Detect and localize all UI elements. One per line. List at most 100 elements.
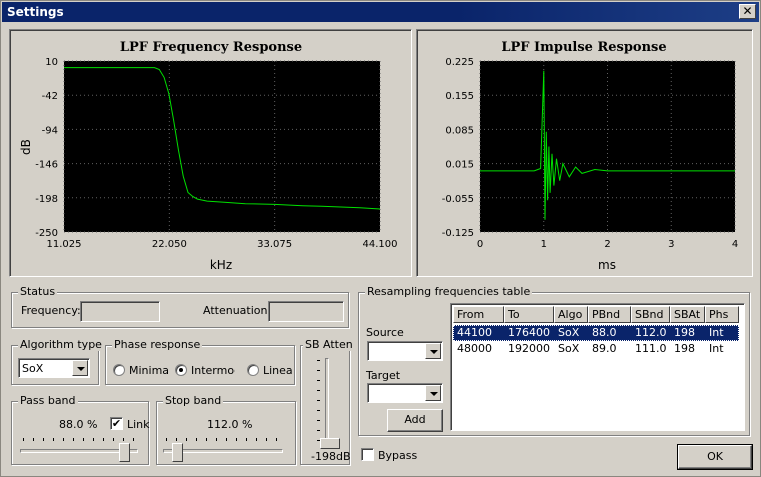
- table-cell: 88.0: [592, 326, 617, 339]
- frequency-label: Frequency:: [21, 304, 81, 317]
- y-tick-label: -250: [35, 228, 58, 239]
- y-tick-label: -42: [42, 91, 58, 102]
- stopband-legend: Stop band: [163, 394, 224, 407]
- algorithm-select[interactable]: SoX: [18, 358, 90, 378]
- y-tick-label: 0.085: [445, 125, 474, 136]
- table-cell: SoX: [558, 326, 580, 339]
- chevron-down-icon[interactable]: [72, 360, 88, 376]
- bypass-label: Bypass: [378, 449, 418, 462]
- frequency-field: [80, 301, 160, 322]
- attenuation-field: [268, 301, 344, 322]
- table-cell: 48000: [457, 342, 492, 355]
- x-tick-label: 1: [541, 239, 547, 250]
- passband-value: 88.0 %: [59, 418, 98, 431]
- column-header[interactable]: From: [453, 306, 504, 323]
- y-axis-label: dB: [19, 139, 33, 155]
- stopband-slider[interactable]: [172, 443, 184, 462]
- column-header[interactable]: To: [504, 306, 554, 323]
- add-button[interactable]: Add: [387, 409, 443, 432]
- x-axis-label: ms: [598, 258, 616, 272]
- y-tick-label: -146: [35, 160, 58, 171]
- chevron-down-icon[interactable]: [425, 385, 441, 401]
- resampling-table[interactable]: From To Algo PBnd SBnd SBAt Phs 44100 176400 SoX…: [450, 303, 745, 431]
- status-group: Status Frequency: Attenuation:: [11, 285, 349, 328]
- x-tick-label: 2: [604, 239, 610, 250]
- column-header[interactable]: SBAt: [670, 306, 705, 323]
- phase-legend: Phase response: [112, 338, 203, 351]
- table-cell: 112.0: [635, 326, 667, 339]
- chart-title: LPF Impulse Response: [501, 40, 666, 55]
- link-checkbox[interactable]: ✔: [110, 417, 123, 430]
- table-cell: 111.0: [635, 342, 667, 355]
- x-tick-label: 33.075: [257, 239, 292, 250]
- y-tick-label: 0.225: [445, 57, 474, 68]
- table-cell: 192000: [508, 342, 550, 355]
- table-cell: 198: [674, 342, 695, 355]
- stopband-ticks: [166, 438, 277, 442]
- y-tick-label: -0.055: [442, 194, 474, 205]
- sb-atten-group: SB Atten -198dB: [300, 338, 355, 465]
- phase-label-minimum: Minima: [129, 364, 170, 377]
- stopband-value: 112.0 %: [207, 418, 253, 431]
- phase-label-intermediate: Intermoc: [191, 364, 235, 377]
- algorithm-value: SoX: [22, 362, 44, 375]
- column-header[interactable]: SBnd: [631, 306, 670, 323]
- passband-group: Pass band 88.0 % ✔ Link: [11, 394, 150, 465]
- x-tick-label: 22.050: [152, 239, 187, 250]
- y-tick-label: -0.125: [442, 228, 474, 239]
- table-header: From To Algo PBnd SBnd SBAt Phs: [453, 306, 739, 323]
- sb-atten-ticks: [317, 360, 321, 441]
- phase-radio-minimum[interactable]: [113, 364, 125, 376]
- x-tick-label: 11.025: [47, 239, 82, 250]
- x-tick-label: 0: [477, 239, 483, 250]
- table-cell: 89.0: [592, 342, 617, 355]
- table-cell: Int: [709, 326, 724, 339]
- bypass-checkbox[interactable]: [361, 448, 374, 461]
- table-row[interactable]: 48000 192000 SoX 89.0 111.0 198 Int: [453, 341, 739, 357]
- sb-atten-slider[interactable]: [320, 438, 340, 449]
- sb-atten-track: [325, 358, 329, 444]
- resampling-legend: Resampling frequencies table: [365, 285, 533, 298]
- y-tick-label: -198: [35, 194, 58, 205]
- table-cell: Int: [709, 342, 724, 355]
- phase-label-linear: Linear: [263, 364, 293, 377]
- attenuation-label: Attenuation:: [203, 304, 272, 317]
- source-select[interactable]: [367, 341, 443, 361]
- window-title: Settings: [7, 5, 64, 19]
- x-tick-label: 44.100: [363, 239, 398, 250]
- chevron-down-icon[interactable]: [425, 343, 441, 359]
- y-tick-label: 0.015: [445, 160, 474, 171]
- passband-slider[interactable]: [118, 443, 130, 462]
- phase-radio-linear[interactable]: [247, 364, 259, 376]
- sb-atten-legend: SB Atten: [303, 338, 355, 351]
- stopband-group: Stop band 112.0 %: [156, 394, 296, 465]
- ok-button[interactable]: OK: [677, 444, 753, 470]
- target-select[interactable]: [367, 383, 443, 403]
- status-legend: Status: [18, 285, 58, 298]
- table-cell: SoX: [558, 342, 580, 355]
- phase-radio-intermediate[interactable]: [175, 364, 187, 376]
- algorithm-group: Algorithm type SoX: [11, 338, 104, 385]
- x-tick-label: 4: [732, 239, 738, 250]
- title-bar[interactable]: Settings ✕: [2, 2, 759, 22]
- close-button[interactable]: ✕: [739, 4, 756, 19]
- y-tick-label: -94: [42, 125, 58, 136]
- impulse-response-panel: LPF Impulse Response 0.225 0.155 0.085 0.01…: [416, 29, 753, 277]
- column-header[interactable]: Phs: [705, 306, 739, 323]
- table-row[interactable]: 44100 176400 SoX 88.0 112.0 198 Int: [453, 325, 739, 341]
- impulse-response-chart: LPF Impulse Response 0.225 0.155 0.085 0.01…: [442, 40, 738, 272]
- frequency-response-panel: LPF Frequency Response 10 -42 -94 -146 -198 -…: [9, 29, 412, 277]
- passband-ticks: [23, 438, 134, 442]
- frequency-response-chart: LPF Frequency Response 10 -42 -94 -146 -198 -…: [19, 40, 398, 272]
- algorithm-legend: Algorithm type: [18, 338, 104, 351]
- x-tick-label: 3: [668, 239, 674, 250]
- x-axis-label: kHz: [210, 258, 232, 272]
- plot-area: [480, 61, 735, 232]
- phase-group: Phase response Minima Intermoc Linear: [105, 338, 295, 385]
- sb-atten-value: -198dB: [311, 450, 351, 463]
- table-cell: 44100: [457, 326, 492, 339]
- chart-title: LPF Frequency Response: [120, 40, 302, 55]
- table-cell: 176400: [508, 326, 550, 339]
- column-header[interactable]: Algo: [554, 306, 588, 323]
- column-header[interactable]: PBnd: [588, 306, 631, 323]
